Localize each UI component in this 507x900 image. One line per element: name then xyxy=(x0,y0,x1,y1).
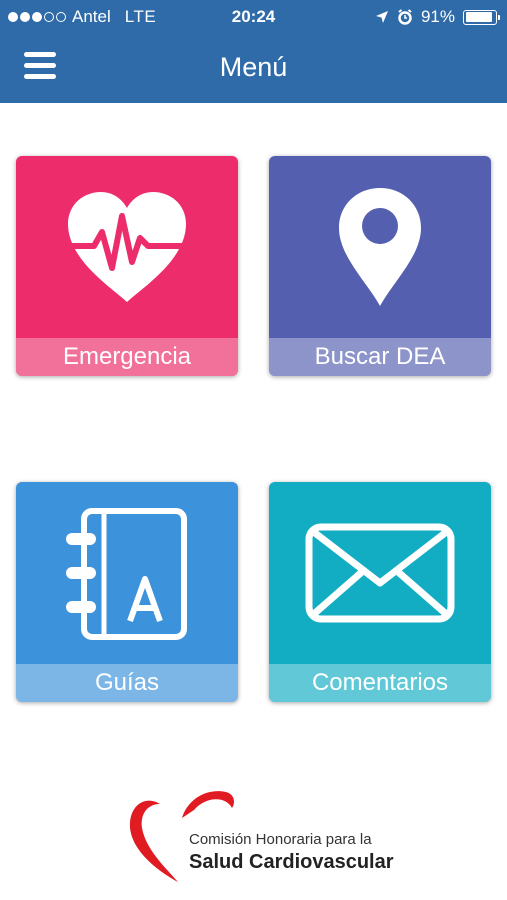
location-pin-icon xyxy=(339,188,421,306)
buscar-dea-tile[interactable]: Buscar DEA xyxy=(269,156,491,376)
tile-label: Emergencia xyxy=(16,338,238,376)
guias-tile[interactable]: Guías xyxy=(16,482,238,702)
status-right: 91% xyxy=(375,7,500,27)
tile-icon-area xyxy=(16,156,238,338)
tile-label: Comentarios xyxy=(269,664,491,702)
battery-fill xyxy=(465,12,492,22)
tile-label: Guías xyxy=(16,664,238,702)
top-bar: Antel LTE 20:24 91% Menú xyxy=(0,0,507,103)
battery-icon xyxy=(463,9,500,25)
location-arrow-icon xyxy=(375,11,388,23)
comentarios-tile[interactable]: Comentarios xyxy=(269,482,491,702)
logo-line-2: Salud Cardiovascular xyxy=(189,851,394,873)
heart-pulse-icon xyxy=(65,192,189,302)
alarm-clock-icon xyxy=(398,9,412,25)
envelope-icon xyxy=(305,523,455,623)
tile-icon-area xyxy=(269,482,491,664)
navigation-bar: Menú xyxy=(0,36,507,100)
address-book-icon xyxy=(66,508,187,640)
tile-icon-area xyxy=(269,156,491,338)
emergencia-tile[interactable]: Emergencia xyxy=(16,156,238,376)
chsc-logo: Comisión Honoraria para la Salud Cardiov… xyxy=(126,788,396,888)
page-title: Menú xyxy=(219,52,288,82)
battery-percent: 91% xyxy=(420,7,455,26)
tile-label: Buscar DEA xyxy=(269,338,491,376)
tile-icon-area xyxy=(16,482,238,664)
status-bar: Antel LTE 20:24 91% xyxy=(0,0,507,34)
logo-line-1: Comisión Honoraria para la xyxy=(189,831,372,848)
